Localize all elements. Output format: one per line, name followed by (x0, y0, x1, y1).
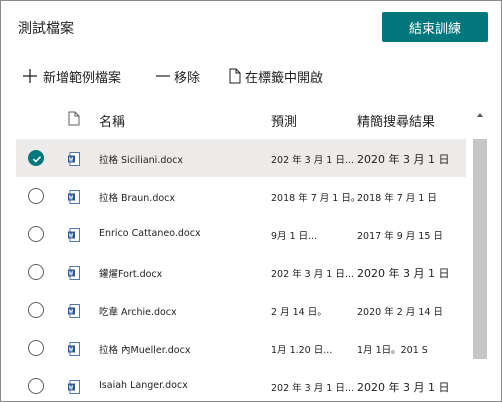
panel-title: 測試檔案 (18, 21, 74, 37)
row-refined-result: 2020 年 2 月 14 日 (357, 307, 443, 318)
row-select-radio[interactable] (28, 378, 44, 394)
row-file-name[interactable]: 拉格 內Mueller.docx (99, 342, 264, 356)
row-select-radio[interactable] (28, 188, 44, 204)
row-file-name[interactable]: Isaiah Langer.docx (99, 380, 264, 391)
row-prediction: 9月 1 日... (271, 231, 318, 242)
scrollbar-track[interactable] (471, 117, 489, 401)
scrollbar-thumb[interactable] (473, 139, 487, 359)
word-document-icon (68, 303, 80, 318)
table-row[interactable]: 拉格 Braun.docx 2018 年 7 月 1 日。 2018 年 7 月… (16, 177, 466, 215)
test-files-panel: 測試檔案 結束訓練 新增範例檔案 移除 在標籤中開啟 名稱 預測 精簡搜尋結果 … (0, 0, 502, 402)
row-refined-result: 2020 年 3 月 1 日 (357, 267, 450, 280)
table-row[interactable]: Enrico Cattaneo.docx 9月 1 日... 2017 年 9 … (16, 215, 466, 253)
word-document-icon (68, 227, 80, 242)
row-prediction: 2018 年 7 月 1 日。 (271, 193, 355, 204)
vertical-scrollbar[interactable] (471, 101, 489, 401)
table-row[interactable]: 拉格 Siciliani.docx 202 年 3 月 1 日... 2020 … (16, 139, 466, 177)
word-document-icon (68, 189, 80, 204)
column-header-refined-result[interactable]: 精簡搜尋結果 (357, 111, 435, 130)
remove-button[interactable]: 移除 (155, 65, 215, 87)
row-file-name[interactable]: 拉格 Siciliani.docx (99, 152, 264, 166)
row-refined-result: 2020 年 3 月 1 日 (357, 153, 450, 166)
row-file-name[interactable]: Enrico Cattaneo.docx (99, 228, 264, 239)
row-prediction: 1月 1.20 日... (271, 345, 333, 356)
row-select-radio[interactable] (28, 302, 44, 318)
minus-icon (155, 68, 171, 84)
word-document-icon (68, 379, 80, 394)
row-prediction: 202 年 3 月 1 日... (271, 269, 354, 280)
file-type-header-icon (68, 111, 80, 130)
row-file-name[interactable]: 拉格 Braun.docx (99, 190, 264, 204)
word-document-icon (68, 265, 80, 280)
row-prediction: 202 年 3 月 1 日... (271, 383, 354, 394)
end-training-button[interactable]: 結束訓練 (382, 12, 488, 42)
row-prediction: 2 月 14 日。 (271, 307, 327, 318)
row-prediction: 202 年 3 月 1 日... (271, 155, 354, 166)
word-document-icon (68, 151, 80, 166)
row-select-radio[interactable] (28, 150, 44, 166)
row-refined-result: 2017 年 9 月 15 日 (357, 231, 443, 242)
row-file-name[interactable]: 鑵燿Fort.docx (99, 266, 264, 280)
table-row[interactable]: Isaiah Langer.docx 202 年 3 月 1 日... 2020… (16, 367, 466, 401)
word-document-icon (68, 341, 80, 356)
open-in-tab-label: 在標籤中開啟 (245, 70, 324, 86)
table-row[interactable]: 拉格 內Mueller.docx 1月 1.20 日... 1月 1日。201 … (16, 329, 466, 367)
open-in-tab-button[interactable]: 在標籤中開啟 (228, 65, 323, 87)
column-header-name[interactable]: 名稱 (99, 111, 125, 130)
add-sample-file-button[interactable]: 新增範例檔案 (22, 65, 140, 87)
toolbar: 新增範例檔案 移除 在標籤中開啟 (22, 65, 323, 87)
add-sample-file-label: 新增範例檔案 (43, 70, 122, 86)
row-file-name[interactable]: 吃韋 Archie.docx (99, 304, 264, 318)
table-header: 名稱 預測 精簡搜尋結果 (16, 101, 466, 139)
document-icon (228, 68, 242, 84)
row-refined-result: 2018 年 7 月 1 日 (357, 193, 437, 204)
remove-label: 移除 (174, 70, 201, 86)
checkmark-icon (32, 156, 42, 163)
scroll-up-arrow-icon[interactable] (475, 104, 485, 118)
table-row[interactable]: 鑵燿Fort.docx 202 年 3 月 1 日... 2020 年 3 月 … (16, 253, 466, 291)
row-select-radio[interactable] (28, 264, 44, 280)
column-header-prediction[interactable]: 預測 (271, 111, 297, 130)
row-select-radio[interactable] (28, 340, 44, 356)
row-refined-result: 2020 年 3 月 1 日 (357, 381, 450, 394)
table-row[interactable]: 吃韋 Archie.docx 2 月 14 日。 2020 年 2 月 14 日 (16, 291, 466, 329)
row-select-radio[interactable] (28, 226, 44, 242)
test-files-table: 名稱 預測 精簡搜尋結果 拉格 Siciliani.docx 202 年 3 月… (16, 101, 466, 401)
row-refined-result: 1月 1日。201 S (357, 345, 428, 356)
plus-icon (22, 68, 38, 84)
